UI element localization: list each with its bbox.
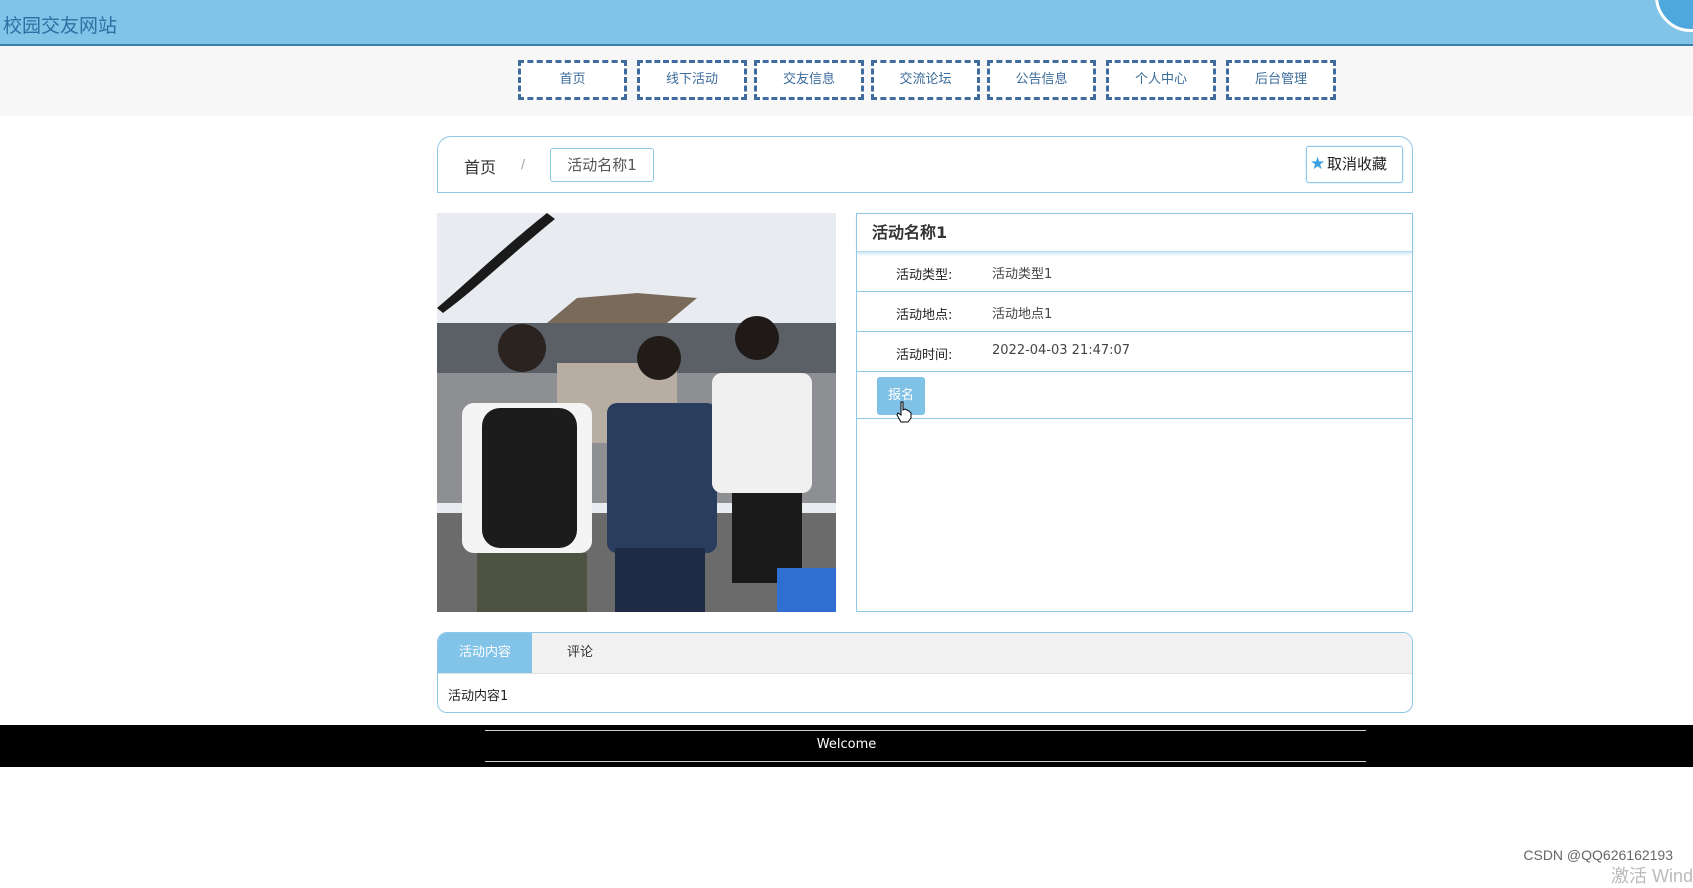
nav-item-personal-center[interactable]: 个人中心	[1106, 60, 1216, 100]
nav-item-dating-info[interactable]: 交友信息	[754, 60, 864, 100]
cancel-favorite-button[interactable]: ★ 取消收藏	[1306, 146, 1403, 183]
info-label: 活动时间:	[896, 348, 953, 363]
tab-content-text: 活动内容1	[448, 689, 509, 704]
nav-item-forum[interactable]: 交流论坛	[871, 60, 980, 100]
footer-divider-top	[485, 730, 1366, 731]
activity-info-panel: 活动名称1 活动类型: 活动类型1 活动地点: 活动地点1 活动时间: 2022…	[856, 213, 1413, 612]
windows-activation-watermark: 激活 Wind	[1610, 866, 1693, 886]
tab-strip: 活动内容 评论	[438, 633, 1412, 674]
info-value: 2022-04-03 21:47:07	[992, 343, 1131, 358]
footer-divider-bottom	[485, 761, 1366, 762]
info-label: 活动地点:	[896, 308, 953, 323]
info-row-type: 活动类型: 活动类型1	[857, 252, 1412, 292]
nav-item-admin[interactable]: 后台管理	[1226, 60, 1336, 100]
activity-photo-drawing	[437, 213, 836, 612]
footer-welcome: Welcome	[816, 737, 877, 752]
info-value: 活动类型1	[992, 267, 1053, 282]
signup-row: 报名	[857, 371, 1412, 423]
breadcrumb-separator: /	[521, 157, 526, 171]
top-header: 校园交友网站	[0, 0, 1693, 46]
corner-badge	[1655, 0, 1693, 32]
nav-item-announcements[interactable]: 公告信息	[987, 60, 1096, 100]
footer: Welcome	[0, 725, 1693, 767]
breadcrumb-current: 活动名称1	[550, 148, 654, 182]
breadcrumb-home[interactable]: 首页	[464, 154, 496, 178]
info-value: 活动地点1	[992, 307, 1053, 322]
info-row-time: 活动时间: 2022-04-03 21:47:07	[857, 332, 1412, 372]
csdn-watermark: CSDN @QQ626162193	[1523, 847, 1673, 863]
tab-activity-content[interactable]: 活动内容	[438, 633, 532, 673]
cancel-favorite-label: 取消收藏	[1327, 155, 1388, 173]
main-nav: 首页 线下活动 交友信息 交流论坛 公告信息 个人中心 后台管理	[0, 46, 1693, 116]
activity-photo	[437, 213, 836, 612]
info-row-location: 活动地点: 活动地点1	[857, 292, 1412, 332]
nav-item-home[interactable]: 首页	[518, 60, 627, 100]
info-label: 活动类型:	[896, 268, 953, 283]
tab-comments[interactable]: 评论	[550, 633, 610, 673]
breadcrumb: 首页 / 活动名称1 ★ 取消收藏	[437, 136, 1413, 193]
site-title[interactable]: 校园交友网站	[3, 11, 117, 38]
hand-cursor-icon	[896, 401, 912, 423]
star-icon: ★	[1310, 154, 1326, 174]
content-tabs: 活动内容 评论 活动内容1	[437, 632, 1413, 713]
activity-title: 活动名称1	[857, 214, 1412, 252]
nav-item-offline-activities[interactable]: 线下活动	[637, 60, 747, 100]
